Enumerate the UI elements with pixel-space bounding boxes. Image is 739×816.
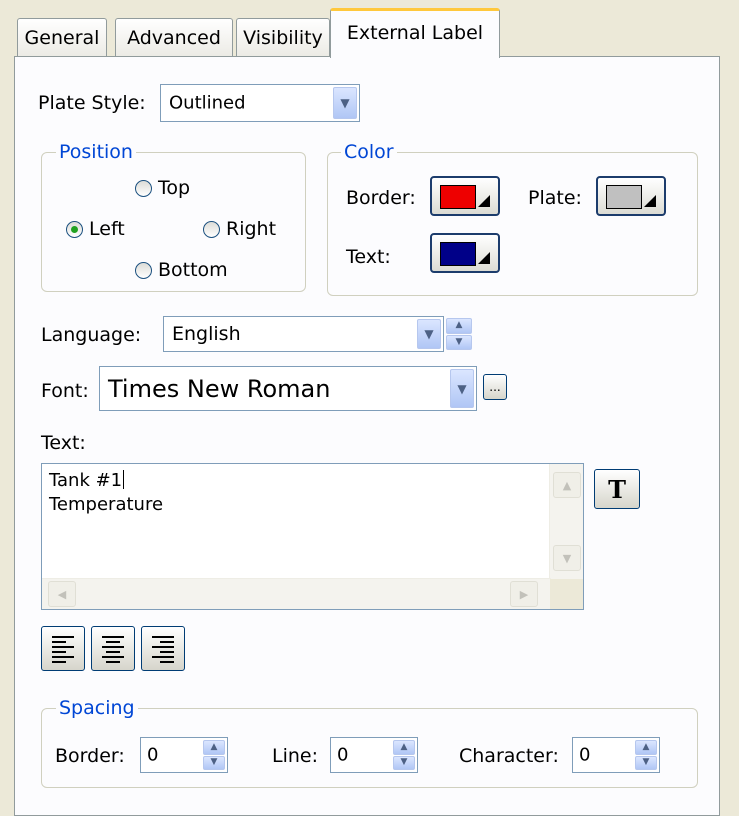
radio-left[interactable]: Left (66, 218, 125, 240)
radio-right-label: Right (226, 218, 277, 240)
font-browse-button[interactable]: ... (483, 374, 507, 400)
language-label: Language: (41, 324, 142, 346)
radio-top-label: Top (158, 177, 191, 199)
label-text-area[interactable]: Tank #1 Temperature ▲ ▼ ◀ ▶ (41, 463, 584, 610)
horizontal-scrollbar[interactable]: ◀ ▶ (42, 578, 551, 609)
radio-left-label: Left (89, 218, 125, 240)
plate-color-button[interactable] (596, 176, 666, 216)
radio-top-indicator (135, 179, 152, 197)
plate-color-swatch (606, 185, 642, 209)
font-value: Times New Roman (108, 374, 331, 403)
spacing-legend: Spacing (56, 697, 138, 719)
spacing-line-value: 0 (337, 744, 349, 766)
spin-up-icon[interactable]: ▲ (446, 318, 472, 334)
spacing-line-label: Line: (272, 745, 318, 767)
align-right-icon (152, 635, 174, 663)
dropdown-triangle-icon (478, 252, 490, 264)
chevron-down-icon[interactable]: ▼ (333, 87, 357, 119)
scroll-right-icon[interactable]: ▶ (510, 581, 538, 607)
color-legend: Color (341, 141, 397, 163)
font-browse-label: ... (489, 380, 501, 394)
radio-bottom[interactable]: Bottom (135, 259, 228, 281)
spin-up-icon[interactable]: ▲ (203, 740, 225, 755)
spin-up-icon[interactable]: ▲ (393, 740, 415, 755)
scroll-up-icon[interactable]: ▲ (553, 472, 581, 498)
vertical-scrollbar[interactable]: ▲ ▼ (549, 464, 583, 579)
align-left-button[interactable] (41, 626, 85, 671)
radio-bottom-indicator (135, 261, 152, 279)
plate-style-select[interactable]: Outlined ▼ (160, 84, 360, 122)
text-line-2: Temperature (49, 494, 164, 515)
align-left-icon (52, 635, 74, 663)
scrollbar-corner (550, 579, 583, 609)
text-area-content: Tank #1 Temperature (49, 469, 163, 517)
font-label: Font: (41, 380, 89, 402)
plate-style-label: Plate Style: (38, 92, 146, 114)
border-color-swatch (440, 185, 476, 209)
radio-right[interactable]: Right (203, 218, 276, 240)
spacing-character-value: 0 (579, 744, 591, 766)
radio-right-indicator (203, 220, 220, 238)
tab-advanced-label: Advanced (127, 27, 221, 49)
align-center-button[interactable] (91, 626, 135, 671)
spin-down-icon[interactable]: ▼ (635, 755, 657, 770)
language-select[interactable]: English ▼ (163, 316, 444, 352)
tab-general[interactable]: General (17, 18, 107, 56)
chevron-down-icon[interactable]: ▼ (417, 319, 441, 349)
spin-down-icon[interactable]: ▼ (203, 755, 225, 770)
plate-style-value: Outlined (169, 92, 246, 114)
border-color-label: Border: (346, 187, 416, 209)
spin-up-icon[interactable]: ▲ (635, 740, 657, 755)
text-color-swatch (440, 242, 476, 266)
spin-down-icon[interactable]: ▼ (393, 755, 415, 770)
tab-general-label: General (24, 27, 100, 49)
text-label: Text: (41, 432, 86, 454)
dropdown-triangle-icon (478, 195, 490, 207)
tab-advanced[interactable]: Advanced (115, 18, 233, 56)
spacing-line-input[interactable]: 0 ▲ ▼ (330, 737, 418, 773)
position-legend: Position (56, 141, 136, 163)
spacing-border-value: 0 (147, 744, 159, 766)
scroll-left-icon[interactable]: ◀ (48, 581, 76, 607)
language-spinner[interactable]: ▲ ▼ (446, 316, 472, 352)
chevron-down-icon[interactable]: ▼ (450, 369, 474, 408)
text-color-button[interactable] (430, 233, 500, 273)
align-center-icon (102, 635, 124, 663)
text-format-button[interactable]: T (594, 469, 640, 509)
text-format-icon: T (608, 474, 626, 504)
tab-visibility[interactable]: Visibility (236, 18, 330, 56)
align-right-button[interactable] (141, 626, 185, 671)
text-color-label: Text: (346, 246, 391, 268)
language-value: English (172, 323, 241, 345)
color-group (327, 152, 698, 296)
dropdown-triangle-icon (644, 195, 656, 207)
scroll-down-icon[interactable]: ▼ (553, 545, 581, 571)
tab-external-label[interactable]: External Label (330, 8, 500, 58)
text-caret (123, 470, 125, 489)
radio-left-indicator (66, 220, 83, 238)
plate-color-label: Plate: (528, 187, 582, 209)
spacing-character-input[interactable]: 0 ▲ ▼ (572, 737, 660, 773)
spin-down-icon[interactable]: ▼ (446, 334, 472, 350)
tab-visibility-label: Visibility (243, 27, 323, 49)
spacing-border-label: Border: (55, 745, 125, 767)
spacing-border-input[interactable]: 0 ▲ ▼ (140, 737, 228, 773)
text-line-1: Tank #1 (49, 470, 123, 491)
border-color-button[interactable] (430, 176, 500, 216)
spacing-character-label: Character: (459, 745, 559, 767)
radio-bottom-label: Bottom (158, 259, 228, 281)
font-select[interactable]: Times New Roman ▼ (99, 366, 477, 411)
tab-external-label-label: External Label (346, 22, 484, 44)
radio-top[interactable]: Top (135, 177, 190, 199)
